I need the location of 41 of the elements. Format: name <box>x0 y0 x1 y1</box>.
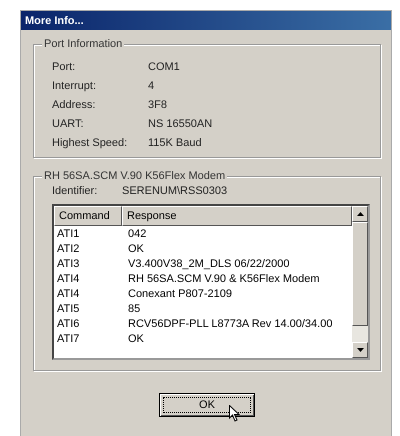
group-title: Port Information <box>42 38 124 50</box>
field-label: Address: <box>52 99 96 111</box>
field-label: Highest Speed: <box>52 137 128 149</box>
field-value: SERENUM\RSS0303 <box>122 185 228 197</box>
table-cell-text: ATI3 <box>56 258 80 270</box>
field-value: 4 <box>148 80 156 92</box>
table-cell-text: V3.400V38_2M_DLS 06/22/2000 <box>127 258 290 270</box>
table-cell-text: ATI6 <box>56 318 80 330</box>
table-cell-text: ATI1 <box>56 228 80 240</box>
ok-button[interactable]: OK <box>159 393 255 417</box>
table-cell-text: OK <box>127 242 144 254</box>
table-cell-text: RCV56DPF-PLL L8773A Rev 14.00/34.00 <box>127 318 332 330</box>
field-value: NS 16550AN <box>148 118 214 130</box>
table-cell-text: OK <box>127 332 144 344</box>
scrollbar[interactable] <box>352 206 368 358</box>
scroll-up-button[interactable] <box>352 206 368 222</box>
scroll-down-button[interactable] <box>352 342 368 358</box>
field-value: 115K Baud <box>148 137 203 149</box>
table-cell-text: ATI4 <box>56 288 80 300</box>
field-label: Interrupt: <box>52 80 98 92</box>
table-cell-text: Conexant P807-2109 <box>127 288 232 300</box>
cursor-icon <box>229 405 240 422</box>
scroll-thumb[interactable] <box>352 222 368 326</box>
table-cell-text: ATI2 <box>56 242 80 254</box>
column-header[interactable]: Response <box>122 206 352 226</box>
table-cell-text: 042 <box>127 228 146 240</box>
field-label: UART: <box>52 118 85 130</box>
up-arrow-icon <box>356 212 364 216</box>
field-value: COM1 <box>148 61 181 73</box>
field-label: Port: <box>52 61 76 73</box>
group-title: RH 56SA.SCM V.90 K56Flex Modem <box>42 170 228 182</box>
table-cell-text: ATI7 <box>56 332 80 344</box>
field-label: Identifier: <box>52 185 98 197</box>
table-cell-text: ATI5 <box>56 302 80 314</box>
table-cell-text: ATI4 <box>56 272 80 284</box>
column-header[interactable]: Command <box>54 206 122 226</box>
table-cell-text: RH 56SA.SCM V.90 & K56Flex Modem <box>127 272 320 284</box>
window-title: More Info... <box>25 14 84 26</box>
table-cell-text: 85 <box>127 302 140 314</box>
field-value: 3F8 <box>148 99 168 111</box>
down-arrow-icon <box>356 348 364 352</box>
